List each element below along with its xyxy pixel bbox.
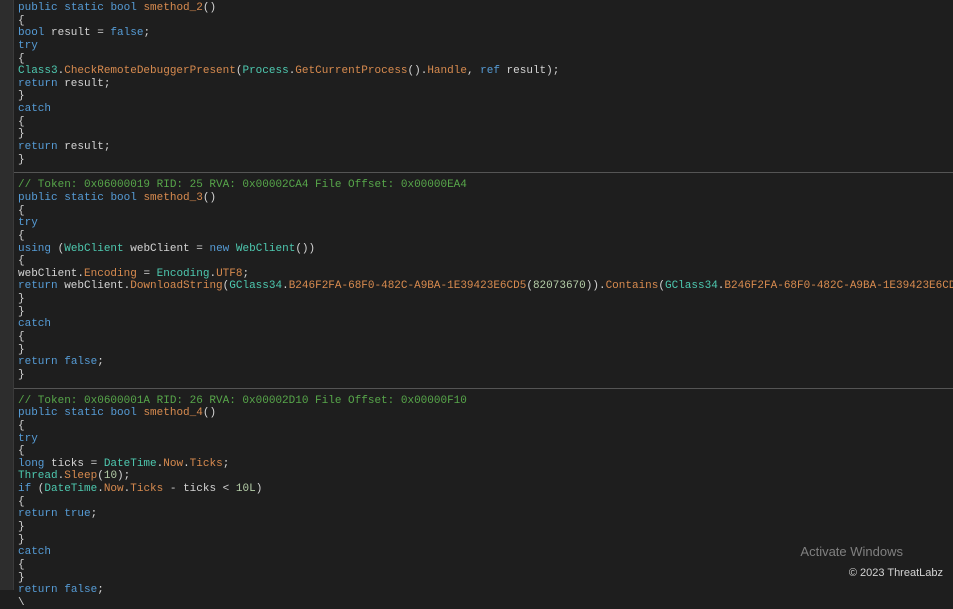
- class-ref: Encoding: [157, 268, 210, 280]
- number: 10L: [236, 483, 256, 495]
- type: bool: [110, 2, 136, 14]
- literal: false: [110, 27, 143, 39]
- type: bool: [18, 27, 44, 39]
- brace: {: [18, 15, 25, 27]
- type: long: [18, 458, 44, 470]
- method-divider: [0, 388, 953, 389]
- method-name: smethod_2: [143, 2, 202, 14]
- class-ref: Class3: [18, 65, 58, 77]
- method-name: smethod_3: [143, 192, 202, 204]
- keyword: return: [18, 141, 58, 153]
- class-ref: DateTime: [104, 458, 157, 470]
- activate-windows-watermark: Activate Windows: [800, 545, 903, 560]
- property: UTF8: [216, 268, 242, 280]
- class-ref: GClass34: [229, 280, 282, 292]
- property: Handle: [427, 65, 467, 77]
- property: Now: [104, 483, 124, 495]
- property: Now: [163, 458, 183, 470]
- number: 82073670: [533, 280, 586, 292]
- class-ref: Thread: [18, 470, 58, 482]
- class-ref: WebClient: [64, 243, 123, 255]
- property: Encoding: [84, 268, 137, 280]
- method-name: smethod_4: [143, 407, 202, 419]
- keyword: catch: [18, 103, 51, 115]
- token-comment: // Token: 0x0600001A RID: 26 RVA: 0x0000…: [18, 395, 467, 407]
- method-divider: [0, 172, 953, 173]
- number: 10: [104, 470, 117, 482]
- token-comment: // Token: 0x06000019 RID: 25 RVA: 0x0000…: [18, 179, 467, 191]
- class-ref: GClass34: [665, 280, 718, 292]
- method-call: DownloadString: [130, 280, 222, 292]
- keyword: static: [64, 2, 104, 14]
- keyword: public: [18, 2, 58, 14]
- line-gutter: [0, 0, 14, 590]
- code-line: public static bool smethod_2(): [18, 2, 951, 15]
- method-call: Contains: [606, 280, 659, 292]
- literal: true: [64, 508, 90, 520]
- keyword: try: [18, 40, 38, 52]
- code-editor: public static bool smethod_2() { bool re…: [0, 0, 953, 609]
- method-call: B246F2FA-68F0-482C-A9BA-1E39423E6CD5: [724, 280, 953, 292]
- method-call: B246F2FA-68F0-482C-A9BA-1E39423E6CD5: [289, 280, 527, 292]
- method-call: CheckRemoteDebuggerPresent: [64, 65, 236, 77]
- method-call: Sleep: [64, 470, 97, 482]
- punctuation: (): [203, 2, 216, 14]
- keyword: return: [18, 78, 58, 90]
- class-ref: WebClient: [236, 243, 295, 255]
- literal: false: [64, 356, 97, 368]
- literal: false: [64, 584, 97, 596]
- property: Ticks: [190, 458, 223, 470]
- class-ref: Process: [242, 65, 288, 77]
- class-ref: DateTime: [44, 483, 97, 495]
- property: Ticks: [130, 483, 163, 495]
- copyright-watermark: © 2023 ThreatLabz: [849, 567, 943, 580]
- method-call: GetCurrentProcess: [295, 65, 407, 77]
- keyword: ref: [480, 65, 500, 77]
